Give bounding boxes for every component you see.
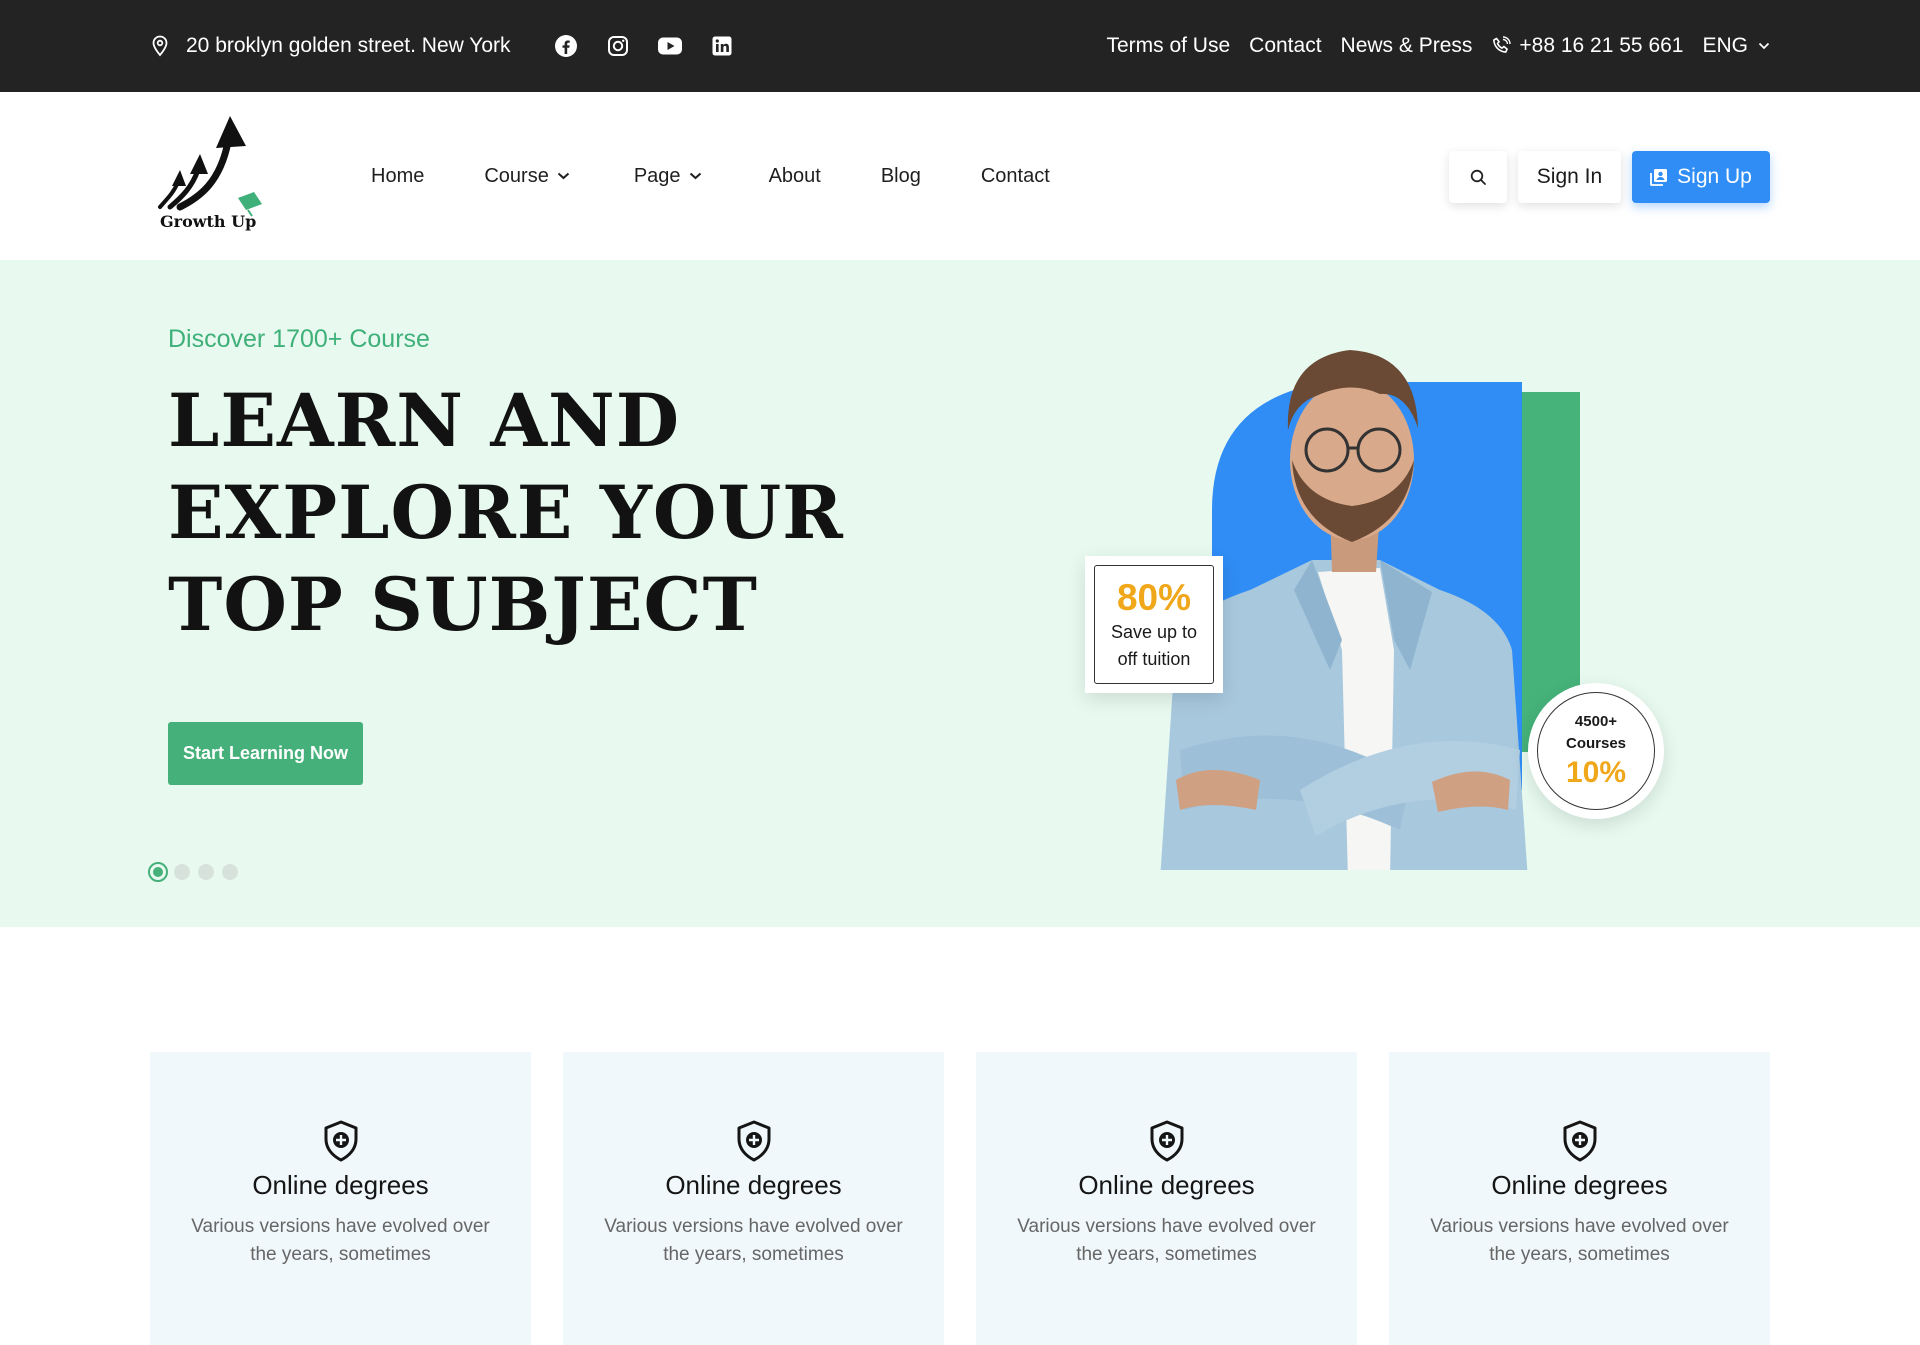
feature-title: Online degrees [252,1170,429,1200]
shield-plus-icon [1150,1120,1183,1162]
logo-text: Growth Up [160,212,257,231]
instagram-icon[interactable] [605,33,631,59]
chevron-down-icon [1758,42,1770,50]
search-button[interactable] [1449,151,1507,203]
sign-up-button[interactable]: Sign Up [1632,151,1770,203]
feature-card[interactable]: Online degrees Various versions have evo… [150,1052,531,1345]
chevron-down-icon [557,172,570,180]
language-value: ENG [1702,34,1748,57]
nav-page[interactable]: Page [634,165,702,188]
save-line-2: off tuition [1117,648,1191,669]
shield-plus-icon [324,1120,357,1162]
start-learning-button[interactable]: Start Learning Now [168,722,363,785]
logo[interactable]: Growth Up [150,112,268,238]
sign-in-button[interactable]: Sign In [1518,151,1621,203]
save-tuition-badge: 80% Save up to off tuition [1085,556,1223,693]
youtube-icon[interactable] [657,33,683,59]
feature-title: Online degrees [665,1170,842,1200]
save-line-1: Save up to [1110,621,1198,642]
shield-plus-icon [737,1120,770,1162]
feature-card[interactable]: Online degrees Various versions have evo… [563,1052,944,1345]
address-text: 20 broklyn golden street. New York [186,34,511,57]
header-actions: Sign In Sign Up [1449,151,1770,203]
courses-badge: 4500+ Courses 10% [1528,683,1664,819]
sign-up-label: Sign Up [1677,165,1752,188]
main-nav: Home Course Page About Blog Contact [371,92,1050,260]
nav-home-label: Home [371,164,425,187]
hero-title-line: LEARN AND [168,378,681,464]
contact-link[interactable]: Contact [1249,34,1321,58]
phone[interactable]: +88 16 21 55 661 [1491,34,1683,58]
phone-text: +88 16 21 55 661 [1519,34,1684,57]
slider-dot-4[interactable] [222,864,238,880]
save-percent: 80% [1116,576,1192,618]
terms-link[interactable]: Terms of Use [1106,34,1230,58]
user-card-icon [1650,169,1668,186]
facebook-icon[interactable] [553,33,579,59]
location-pin-icon [152,35,168,57]
features-row: Online degrees Various versions have evo… [150,1052,1770,1345]
nav-about[interactable]: About [769,165,821,188]
feature-card[interactable]: Online degrees Various versions have evo… [976,1052,1357,1345]
growth-arrows-icon [158,116,262,217]
language-select[interactable]: ENG [1702,34,1770,58]
feature-title: Online degrees [1078,1170,1255,1200]
hero-title-line: EXPLORE YOUR [168,470,844,556]
feature-desc: Various versions have evolved over the y… [1017,1216,1316,1265]
address: 20 broklyn golden street. New York [150,0,511,92]
slider-dots [148,862,238,882]
slider-dot-2[interactable] [174,864,190,880]
hero-title-line: TOP SUBJECT [168,562,758,648]
feature-desc: Various versions have evolved over the y… [191,1216,490,1265]
nav-course[interactable]: Course [484,164,570,188]
nav-course-label: Course [484,164,549,187]
chevron-down-icon [689,172,701,180]
hero-title: LEARN AND EXPLORE YOUR TOP SUBJECT [168,375,844,651]
nav-blog[interactable]: Blog [881,165,921,188]
feature-title: Online degrees [1491,1170,1668,1200]
top-bar-right: Terms of Use Contact News & Press +88 16… [1106,0,1770,92]
nav-contact[interactable]: Contact [981,165,1050,188]
social-links [553,0,735,92]
nav-home[interactable]: Home [371,165,424,188]
shield-plus-icon [1563,1120,1596,1162]
feature-desc: Various versions have evolved over the y… [604,1216,903,1265]
top-bar: 20 broklyn golden street. New York Terms… [0,0,1920,92]
nav-contact-label: Contact [980,164,1050,187]
nav-blog-label: Blog [880,164,921,187]
linkedin-icon[interactable] [709,33,735,59]
slider-dot-1[interactable] [148,862,168,882]
feature-card[interactable]: Online degrees Various versions have evo… [1389,1052,1770,1345]
courses-count: 4500+ [1574,713,1618,730]
nav-about-label: About [768,164,821,187]
courses-label: Courses [1565,735,1627,752]
slider-dot-3[interactable] [198,864,214,880]
feature-desc: Various versions have evolved over the y… [1430,1216,1729,1265]
news-press-link[interactable]: News & Press [1341,34,1473,58]
phone-icon [1493,36,1512,53]
courses-percent: 10% [1565,756,1627,789]
hero-section: Discover 1700+ Course LEARN AND EXPLORE … [0,260,1920,927]
main-header: Growth Up Home Course Page About Blog Co… [0,92,1920,260]
nav-page-label: Page [633,164,681,187]
hero-subtitle: Discover 1700+ Course [168,325,430,353]
search-icon [1470,169,1486,185]
